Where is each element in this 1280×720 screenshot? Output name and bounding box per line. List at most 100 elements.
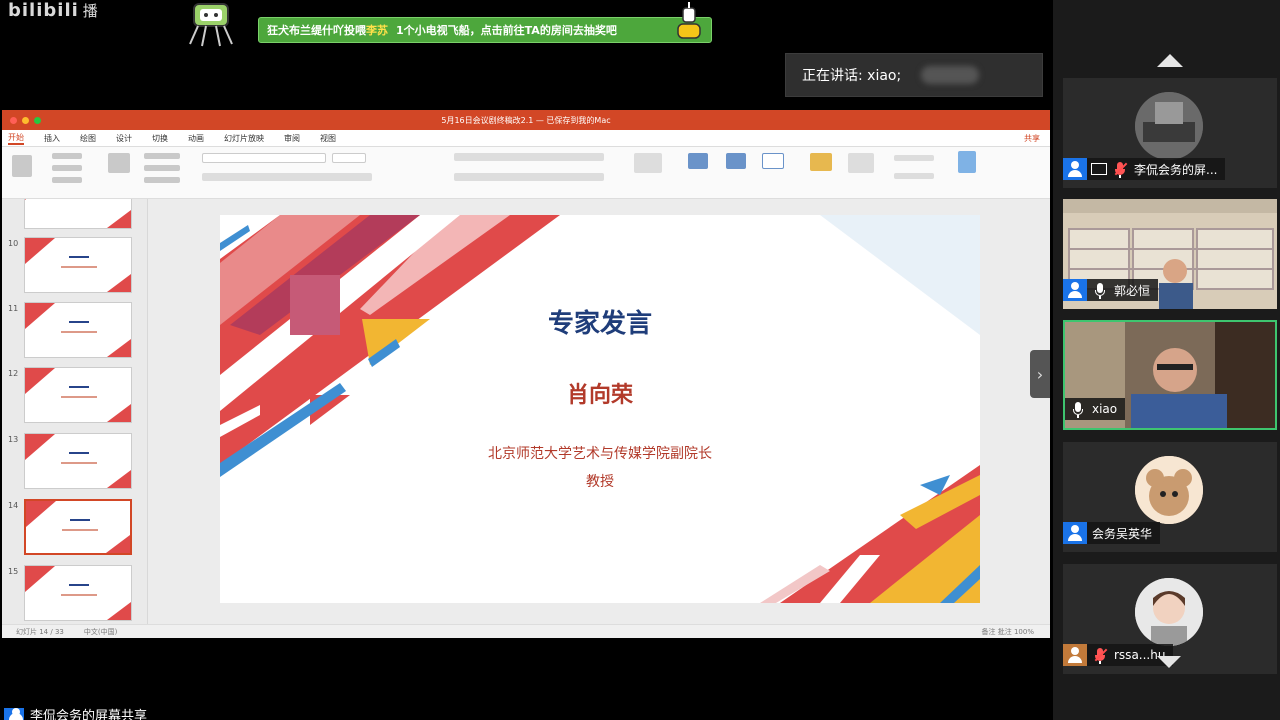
slide-thumbnail[interactable]: [24, 565, 132, 621]
font-format-buttons[interactable]: [202, 173, 372, 181]
thumbnail-row[interactable]: 15: [2, 565, 147, 624]
tab-transitions[interactable]: 切换: [152, 133, 168, 144]
tab-home[interactable]: 开始: [8, 132, 24, 145]
thumbnail-number: 13: [8, 435, 19, 444]
thumbnail-row[interactable]: [2, 199, 147, 235]
align-buttons[interactable]: [454, 173, 604, 181]
avatar: [1135, 92, 1203, 160]
slide-title: 专家发言: [547, 309, 652, 339]
layout-button[interactable]: [144, 153, 180, 159]
font-size-select[interactable]: [332, 153, 366, 163]
cut-button[interactable]: [52, 153, 82, 159]
mic-icon: [1091, 279, 1109, 301]
picture-icon[interactable]: [688, 153, 708, 169]
participant-name: 郭必恒: [1114, 283, 1151, 298]
section-button[interactable]: [144, 177, 180, 183]
speaking-indicator: 正在讲话: xiao;: [785, 53, 1043, 97]
slide-thumbnail-panel[interactable]: 10 11 12 13 14 15: [2, 199, 148, 624]
thumbnail-row[interactable]: 13: [2, 433, 147, 495]
new-slide-icon[interactable]: [108, 153, 130, 173]
slide-thumbnail[interactable]: [24, 367, 132, 423]
mic-icon: [1069, 398, 1087, 420]
slide-thumbnail[interactable]: [24, 433, 132, 489]
shapes-icon[interactable]: [726, 153, 746, 169]
thumbnail-number: 10: [8, 239, 19, 248]
blurred-name: [921, 66, 980, 84]
logo-text: bilibili: [8, 0, 79, 21]
ribbon-tabs: 开始 插入 绘图 设计 切换 动画 幻灯片放映 审阅 视图 共享: [2, 130, 1050, 147]
slide-thumbnail[interactable]: [24, 302, 132, 358]
tab-insert[interactable]: 插入: [44, 133, 60, 144]
tv-mascot-icon: [189, 3, 233, 47]
participant-tile[interactable]: 郭必恒: [1063, 199, 1277, 309]
reset-button[interactable]: [144, 165, 180, 171]
thumbnail-number: 12: [8, 369, 19, 378]
copy-button[interactable]: [52, 165, 82, 171]
mic-muted-icon: [1111, 158, 1129, 180]
avatar: [1135, 456, 1203, 524]
ribbon-toolbar: [2, 147, 1050, 199]
banner-text-2: 1个小电视飞船，点击前往TA的房间去抽奖吧: [396, 24, 617, 37]
scroll-up-icon[interactable]: [1157, 54, 1183, 67]
user-icon: [1063, 279, 1087, 301]
speaking-label: 正在讲话: xiao;: [802, 68, 902, 84]
participant-namebar: 李侃会务的屏...: [1063, 158, 1226, 180]
zoom-controls[interactable]: 备注 批注 100%: [982, 627, 1034, 637]
participant-tile-active[interactable]: xiao: [1063, 320, 1277, 430]
shape-fill-button[interactable]: [894, 155, 934, 161]
slide-thumbnail[interactable]: [24, 237, 132, 293]
current-slide[interactable]: 专家发言 肖向荣 北京师范大学艺术与传媒学院副院长 教授: [220, 215, 980, 603]
participant-tile[interactable]: 会务吴英华: [1063, 442, 1277, 552]
speaker-position: 教授: [586, 474, 614, 490]
slide-canvas[interactable]: 专家发言 肖向荣 北京师范大学艺术与传媒学院副院长 教授: [148, 199, 1050, 624]
format-painter-button[interactable]: [52, 177, 82, 183]
user-icon: [4, 708, 24, 720]
speaker-affiliation: 北京师范大学艺术与传媒学院副院长: [488, 446, 712, 462]
paste-icon[interactable]: [12, 155, 32, 177]
banner-text-1: 狂犬布兰缇什吖投喂: [267, 24, 366, 37]
tab-view[interactable]: 视图: [320, 133, 336, 144]
share-label: 李侃会务的屏幕共享: [30, 708, 148, 720]
slide-thumbnail-selected[interactable]: [24, 499, 132, 555]
expand-panel-button[interactable]: ›: [1030, 350, 1050, 398]
tab-animations[interactable]: 动画: [188, 133, 204, 144]
window-titlebar: 5月16日会议剧终稿改2.1 — 已保存到我的Mac: [2, 110, 1050, 130]
logo-sub: 播: [82, 2, 99, 20]
slide-thumbnail[interactable]: [24, 199, 132, 229]
window-title: 5月16日会议剧终稿改2.1 — 已保存到我的Mac: [441, 115, 611, 125]
list-buttons[interactable]: [454, 153, 604, 161]
presentation-window: 5月16日会议剧终稿改2.1 — 已保存到我的Mac 开始 插入 绘图 设计 切…: [2, 110, 1050, 638]
participant-name: 会务吴英华: [1092, 526, 1153, 541]
gift-banner[interactable]: 狂犬布兰缇什吖投喂 李苏 1个小电视飞船，点击前往TA的房间去抽奖吧: [258, 17, 712, 43]
bilibili-logo: bilibili 播: [8, 0, 99, 21]
thumbnail-row[interactable]: 11: [2, 302, 147, 364]
tab-design[interactable]: 设计: [116, 133, 132, 144]
smartart-icon[interactable]: [634, 153, 662, 173]
tab-slideshow[interactable]: 幻灯片放映: [224, 133, 264, 144]
scroll-down-icon[interactable]: [1157, 656, 1181, 668]
shape-outline-button[interactable]: [894, 173, 934, 179]
thumbnail-row[interactable]: 14: [2, 499, 147, 561]
arrange-icon[interactable]: [810, 153, 832, 171]
participant-tile[interactable]: 李侃会务的屏...: [1063, 78, 1277, 188]
chevron-right-icon: ›: [1036, 364, 1044, 384]
user-icon: [1063, 158, 1087, 180]
share-button[interactable]: 共享: [1024, 133, 1040, 144]
participant-namebar: 会务吴英华: [1063, 522, 1161, 544]
design-ideas-icon[interactable]: [958, 151, 976, 173]
slide-counter: 幻灯片 14 / 33: [16, 627, 64, 636]
font-name-select[interactable]: [202, 153, 326, 163]
quick-styles-icon[interactable]: [848, 153, 874, 173]
tab-draw[interactable]: 绘图: [80, 133, 96, 144]
screen-share-icon: [1091, 163, 1107, 175]
tab-review[interactable]: 审阅: [284, 133, 300, 144]
banner-highlight: 李苏: [366, 24, 388, 37]
thumbnail-number: 14: [8, 501, 19, 510]
screen: { "stream": { "logo_text": "bilibili", "…: [0, 0, 1280, 720]
thumbnail-row[interactable]: 12: [2, 367, 147, 429]
thumbnail-row[interactable]: 10: [2, 237, 147, 299]
mic-muted-icon: [1091, 644, 1109, 666]
participant-name: xiao: [1092, 402, 1118, 416]
language-indicator: 中文(中国): [83, 627, 118, 636]
textbox-icon[interactable]: [762, 153, 784, 169]
